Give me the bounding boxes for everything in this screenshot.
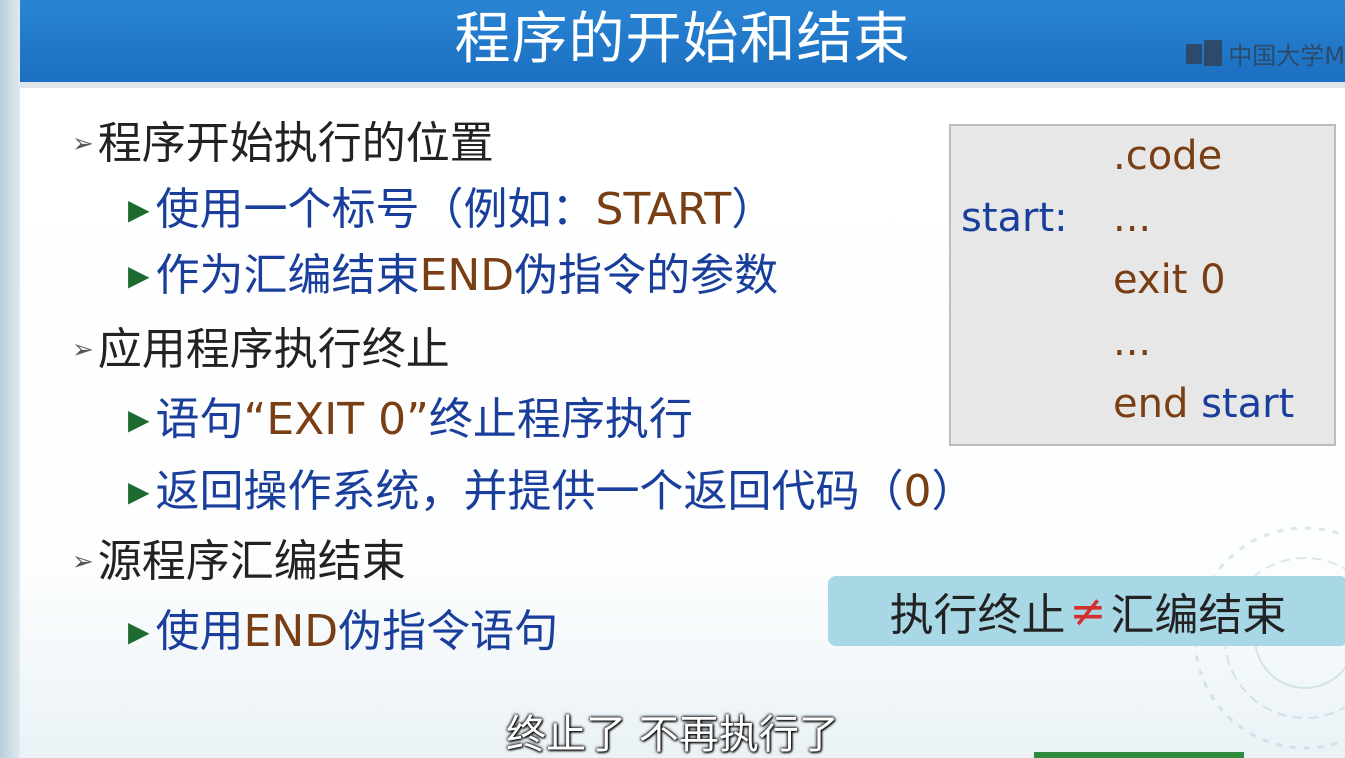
keyword: START [595, 184, 732, 235]
logo-text: 中国大学M [1228, 41, 1345, 70]
triangle-bullet-icon: ▶ [128, 475, 150, 508]
keyword: “EXIT 0” [243, 394, 429, 445]
sub-bullet-end-directive: ▶ 使用 END 伪指令语句 [128, 602, 558, 662]
keyword: END [243, 606, 339, 657]
bullet-program-start: ➢ 程序开始执行的位置 [72, 114, 494, 174]
code-example-box: .code start: ... exit 0 ... end start [949, 124, 1336, 446]
sub-text: 语句 [155, 394, 244, 445]
code-line: ... [1113, 319, 1152, 365]
sub-text: ） [731, 184, 776, 235]
triangle-bullet-icon: ▶ [128, 615, 150, 648]
code-line: exit 0 [1113, 257, 1226, 303]
not-equal-symbol: ≠ [1069, 585, 1107, 637]
code-line: .code [1113, 133, 1223, 179]
sub-text: 终止程序执行 [428, 394, 693, 445]
sub-bullet-use-label: ▶ 使用一个标号（例如： START） [128, 180, 775, 240]
sub-bullet-end-param: ▶ 作为汇编结束 END 伪指令的参数 [128, 246, 778, 306]
code-keyword: end [1113, 381, 1189, 427]
bullet-text: 应用程序执行终止 [97, 324, 450, 375]
triangle-bullet-icon: ▶ [128, 259, 150, 292]
sub-text: 伪指令的参数 [514, 250, 779, 301]
sub-text: ） [931, 466, 976, 517]
note-left: 执行终止 [889, 590, 1066, 641]
sub-text: 使用一个标号（例如： [155, 184, 596, 235]
bullet-program-exit: ➢ 应用程序执行终止 [72, 320, 450, 380]
sub-text: 作为汇编结束 [155, 250, 420, 301]
logo: 中国大学M [1186, 36, 1345, 70]
code-line: ... [1113, 195, 1152, 241]
note-box: 执行终止 ≠ 汇编结束 [828, 576, 1345, 646]
sub-text: 返回操作系统，并提供一个返回代码（ [155, 466, 904, 517]
slide-body: ➢ 程序开始执行的位置 ▶ 使用一个标号（例如： START） ▶ 作为汇编结束 E… [20, 88, 1345, 758]
bullet-assembly-end: ➢ 源程序汇编结束 [72, 532, 406, 592]
triangle-bullet-icon: ▶ [128, 403, 150, 436]
slide-title: 程序的开始和结束 [454, 7, 911, 72]
keyword: 0 [903, 466, 932, 517]
bullet-text: 源程序汇编结束 [97, 536, 406, 587]
code-label: start: [961, 195, 1068, 241]
arrow-bullet-icon: ➢ [72, 335, 94, 365]
sub-bullet-return-code: ▶ 返回操作系统，并提供一个返回代码（ 0） [128, 462, 976, 522]
sub-text: 使用 [155, 606, 244, 657]
bullet-text: 程序开始执行的位置 [97, 118, 494, 169]
sub-bullet-exit-statement: ▶ 语句 “EXIT 0” 终止程序执行 [128, 390, 693, 450]
note-right: 汇编结束 [1110, 590, 1287, 641]
keyword: END [419, 250, 515, 301]
progress-indicator [1034, 752, 1244, 758]
arrow-bullet-icon: ➢ [72, 129, 94, 159]
arrow-bullet-icon: ➢ [72, 547, 94, 577]
code-label-ref: start [1201, 381, 1295, 427]
left-decoration [0, 0, 20, 758]
code-line-end: end start [1113, 380, 1294, 428]
slide-header: 程序的开始和结束 中国大学M [20, 0, 1345, 88]
sub-text: 伪指令语句 [338, 606, 559, 657]
triangle-bullet-icon: ▶ [128, 193, 150, 226]
book-icon [1186, 40, 1223, 66]
